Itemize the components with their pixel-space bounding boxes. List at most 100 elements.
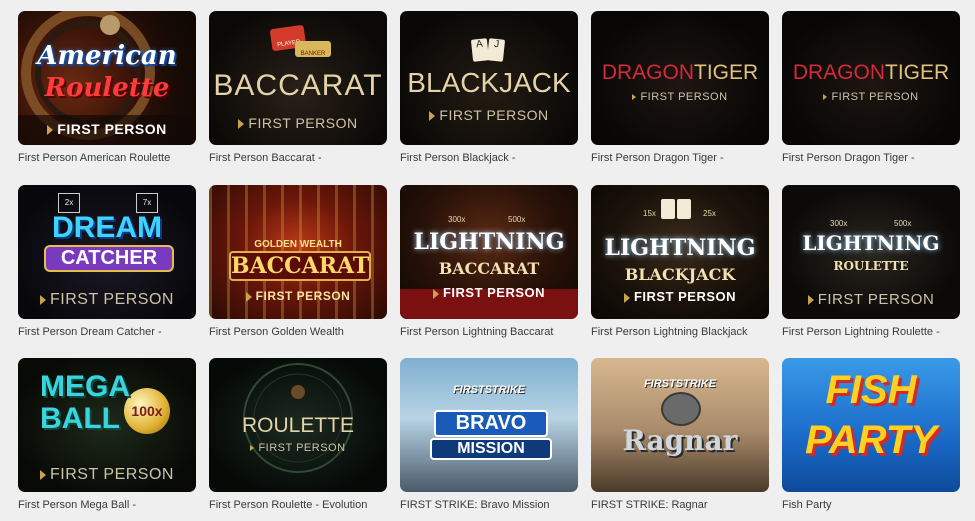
game-thumbnail[interactable]: 2x 7x DREAM CATCHER FIRST PERSON [18, 185, 196, 319]
art-brand: FIRST PERSON [782, 291, 960, 308]
art-title-catcher: CATCHER [44, 245, 174, 272]
game-title[interactable]: First Person Mega Ball - [18, 499, 196, 511]
chevron-icon [823, 94, 828, 101]
art-title: ROULETTE [833, 259, 909, 273]
art-title-mega: MEGA [40, 370, 130, 403]
multiplier-label: 300x [830, 219, 848, 228]
playing-card-icon [661, 199, 675, 219]
game-thumbnail[interactable]: American Roulette FIRST PERSON [18, 11, 196, 145]
game-title[interactable]: First Person Golden Wealth [209, 326, 387, 338]
art-brand: FIRST PERSON [209, 289, 387, 303]
chevron-icon [47, 125, 54, 136]
art-title-roulette: Roulette [44, 73, 170, 103]
art-title: BLACKJACK [407, 67, 571, 98]
game-card-dream-catcher[interactable]: 2x 7x DREAM CATCHER FIRST PERSON First P… [18, 185, 196, 338]
game-title[interactable]: First Person Blackjack - [400, 152, 578, 164]
game-card-fish-party[interactable]: FISH PARTY Fish Party [782, 358, 960, 511]
multiplier-flag: 2x [58, 193, 80, 213]
art-brand: FIRST PERSON [18, 291, 196, 309]
art-brand: FIRST PERSON [591, 91, 769, 103]
multiplier-label: 300x [448, 215, 466, 224]
game-card-lightning-blackjack[interactable]: 15x 25x LIGHTNING BLACKJACK FIRST PERSON… [591, 185, 769, 338]
art-subtitle: FIRSTSTRIKE [643, 378, 717, 390]
game-card-baccarat[interactable]: PLAYER BANKER BACCARAT FIRST PERSON Firs… [209, 11, 387, 164]
game-title[interactable]: First Person Dream Catcher - [18, 326, 196, 338]
art-title-lightning: LIGHTNING [802, 231, 940, 255]
art-title: BLACKJACK [624, 265, 736, 284]
art-title-american: American [37, 41, 177, 71]
art-title-bravo: BRAVO [434, 410, 548, 437]
art-title-dream: DREAM [52, 211, 162, 244]
game-title[interactable]: First Person Dragon Tiger - [782, 152, 960, 164]
game-title[interactable]: First Person Roulette - Evolution [209, 499, 387, 511]
art-title-ball: BALL [40, 402, 120, 435]
game-card-dragon-tiger[interactable]: DRAGONTIGER FIRST PERSON First Person Dr… [591, 11, 769, 164]
game-title[interactable]: First Person Lightning Baccarat [400, 326, 578, 338]
game-card-roulette[interactable]: ROULETTE FIRST PERSON First Person Roule… [209, 358, 387, 511]
viking-helmet-icon [661, 392, 701, 426]
game-title[interactable]: FIRST STRIKE: Ragnar [591, 499, 769, 511]
chevron-icon [632, 94, 637, 101]
art-title: BACCARAT [213, 69, 383, 102]
multiplier-flag: 7x [136, 193, 158, 213]
chevron-icon [40, 469, 47, 480]
game-card-blackjack[interactable]: A J BLACKJACK FIRST PERSON First Person … [400, 11, 578, 164]
art-brand: FIRST PERSON [209, 115, 387, 131]
chevron-icon [429, 111, 436, 122]
game-thumbnail[interactable]: 300x 500x LIGHTNING ROULETTE FIRST PERSO… [782, 185, 960, 319]
chevron-icon [432, 288, 439, 299]
art-brand: FIRST PERSON [400, 285, 578, 300]
multiplier-label: 500x [508, 215, 526, 224]
playing-card-icon [677, 199, 691, 219]
game-card-american-roulette[interactable]: American Roulette FIRST PERSON First Per… [18, 11, 196, 164]
game-card-dragon-tiger-2[interactable]: DRAGONTIGER FIRST PERSON First Person Dr… [782, 11, 960, 164]
multiplier-label: 500x [894, 219, 912, 228]
art-title: DRAGONTIGER [601, 61, 759, 84]
game-thumbnail[interactable]: DRAGONTIGER FIRST PERSON [591, 11, 769, 145]
art-subtitle: FIRSTSTRIKE [452, 384, 526, 396]
art-title: ROULETTE [241, 414, 354, 437]
game-card-bravo-mission[interactable]: FIRSTSTRIKE BRAVO MISSION FIRST STRIKE: … [400, 358, 578, 511]
art-brand: FIRST PERSON [209, 442, 387, 454]
game-card-golden-wealth[interactable]: GOLDEN WEALTH BACCARAT FIRST PERSON Firs… [209, 185, 387, 338]
game-thumbnail[interactable]: FIRSTSTRIKE Ragnar [591, 358, 769, 492]
game-title[interactable]: First Person American Roulette [18, 152, 196, 164]
game-thumbnail[interactable]: FISH PARTY [782, 358, 960, 492]
art-title-lightning: LIGHTNING [413, 229, 565, 255]
game-title[interactable]: First Person Lightning Roulette - [782, 326, 960, 338]
game-title[interactable]: Fish Party [782, 499, 960, 511]
game-thumbnail[interactable]: DRAGONTIGER FIRST PERSON [782, 11, 960, 145]
mega-ball-icon: 100x [124, 388, 170, 434]
game-thumbnail[interactable]: GOLDEN WEALTH BACCARAT FIRST PERSON [209, 185, 387, 319]
game-thumbnail[interactable]: 100x MEGA BALL FIRST PERSON [18, 358, 196, 492]
banker-chip: BANKER [295, 41, 331, 57]
game-title[interactable]: FIRST STRIKE: Bravo Mission [400, 499, 578, 511]
game-title[interactable]: First Person Baccarat - [209, 152, 387, 164]
art-title: BACCARAT [438, 259, 540, 278]
art-title-party: PARTY [805, 418, 937, 462]
multiplier-label: 25x [703, 209, 716, 218]
game-thumbnail[interactable]: A J BLACKJACK FIRST PERSON [400, 11, 578, 145]
game-thumbnail[interactable]: 15x 25x LIGHTNING BLACKJACK FIRST PERSON [591, 185, 769, 319]
art-brand: FIRST PERSON [591, 289, 769, 304]
game-card-lightning-roulette[interactable]: 300x 500x LIGHTNING ROULETTE FIRST PERSO… [782, 185, 960, 338]
playing-card-icon: J [486, 38, 506, 62]
art-title: DRAGONTIGER [792, 61, 950, 84]
game-card-mega-ball[interactable]: 100x MEGA BALL FIRST PERSON First Person… [18, 358, 196, 511]
chevron-icon [238, 119, 245, 130]
game-title[interactable]: First Person Dragon Tiger - [591, 152, 769, 164]
art-title: Ragnar [622, 424, 738, 457]
game-thumbnail[interactable]: 300x 500x LIGHTNING BACCARAT FIRST PERSO… [400, 185, 578, 319]
chevron-icon [40, 294, 47, 305]
chevron-icon [245, 291, 252, 302]
game-thumbnail[interactable]: ROULETTE FIRST PERSON [209, 358, 387, 492]
art-title-mission: MISSION [430, 438, 552, 460]
art-brand: FIRST PERSON [782, 91, 960, 103]
game-card-lightning-baccarat[interactable]: 300x 500x LIGHTNING BACCARAT FIRST PERSO… [400, 185, 578, 338]
chevron-icon [623, 292, 630, 303]
game-card-ragnar[interactable]: FIRSTSTRIKE Ragnar FIRST STRIKE: Ragnar [591, 358, 769, 511]
game-thumbnail[interactable]: FIRSTSTRIKE BRAVO MISSION [400, 358, 578, 492]
game-thumbnail[interactable]: PLAYER BANKER BACCARAT FIRST PERSON [209, 11, 387, 145]
art-brand: FIRST PERSON [400, 107, 578, 123]
game-title[interactable]: First Person Lightning Blackjack [591, 326, 769, 338]
